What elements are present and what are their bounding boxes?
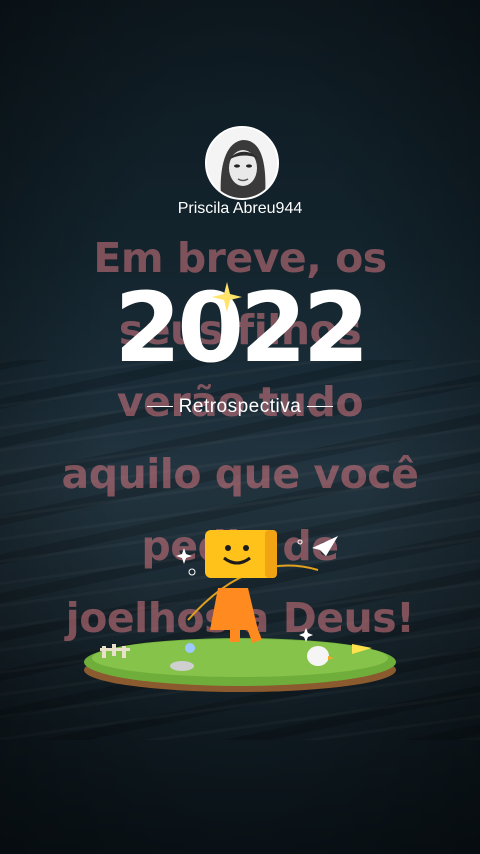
divider-right [307, 406, 334, 408]
retrospective-label: Retrospectiva [178, 396, 302, 417]
sparkle-icon [212, 282, 242, 312]
mascot-head [205, 530, 275, 578]
retrospective-label-row: Retrospectiva [0, 396, 480, 418]
avatar[interactable] [205, 126, 279, 200]
paper-plane-icon [312, 536, 338, 556]
chick-icon [307, 646, 329, 666]
caption-line: aquilo que você [61, 450, 419, 498]
avatar-portrait-icon [207, 128, 277, 198]
divider-left [146, 406, 173, 408]
mascot-scene [84, 530, 396, 692]
username[interactable]: Priscila Abreu944 [0, 200, 480, 218]
